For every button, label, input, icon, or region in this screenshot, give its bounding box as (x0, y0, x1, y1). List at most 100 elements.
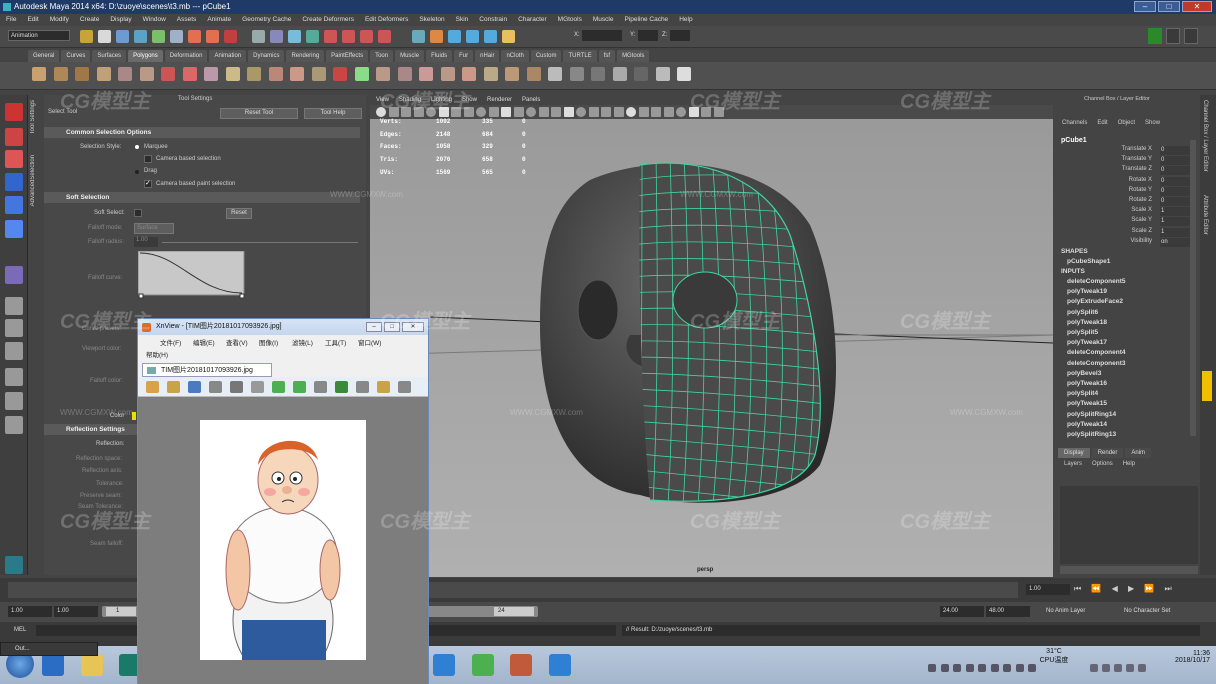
menu-display[interactable]: Display (110, 14, 131, 26)
menu-geometry-cache[interactable]: Geometry Cache (242, 14, 291, 26)
tray-icon[interactable] (1114, 664, 1122, 672)
game-icon[interactable] (510, 654, 532, 676)
tray-icon[interactable] (940, 664, 949, 672)
shelf-tool-icon[interactable] (139, 67, 154, 81)
xnview-menu-item[interactable]: 帮助(H) (146, 349, 168, 359)
input-node[interactable]: polySplit4 (1067, 390, 1098, 397)
shelf-tool-icon[interactable] (311, 67, 326, 81)
input-node[interactable]: polySplitRing13 (1067, 431, 1116, 438)
shelf-tool-icon[interactable] (96, 67, 111, 81)
shelf-tool-icon[interactable] (612, 67, 627, 81)
tray-icon[interactable] (1015, 664, 1024, 672)
channel-box-menu-show[interactable]: Show (1145, 120, 1160, 130)
status-tool-icon[interactable] (206, 30, 219, 43)
maximize-button[interactable]: □ (1158, 1, 1180, 12)
input-node[interactable]: polyExtrudeFace2 (1067, 298, 1123, 305)
common-selection-header[interactable]: Common Selection Options (44, 127, 360, 138)
input-node[interactable]: polyTweak14 (1067, 421, 1107, 428)
tray-icon[interactable] (1102, 664, 1110, 672)
tray-icon[interactable] (928, 664, 936, 672)
menu-skeleton[interactable]: Skeleton (419, 14, 444, 26)
shelf-tool-icon[interactable] (440, 67, 455, 81)
mel-label[interactable]: MEL (14, 627, 26, 633)
character-set-select[interactable]: No Character Set (1124, 608, 1170, 614)
camera-based-selection-checkbox[interactable] (144, 155, 152, 163)
shape-node[interactable]: pCubeShape1 (1067, 258, 1110, 265)
status-tool-icon[interactable] (342, 30, 355, 43)
shelf-tab-turtle[interactable]: TURTLE (563, 50, 597, 62)
shelf-tool-icon[interactable] (505, 67, 519, 81)
viewport-tool-icon[interactable] (663, 107, 674, 117)
layout-persp-outliner-icon[interactable] (5, 368, 23, 386)
manipulator-icon[interactable] (5, 266, 23, 284)
status-tool-icon[interactable] (80, 30, 93, 43)
tray-icon[interactable] (978, 664, 986, 672)
viewport-tool-icon[interactable] (563, 107, 574, 117)
shelf-tab-dynamics[interactable]: Dynamics (248, 50, 285, 62)
xnview-tool-icon[interactable] (167, 381, 180, 393)
menu-create-deformers[interactable]: Create Deformers (302, 14, 354, 26)
xnview-tool-icon[interactable] (377, 381, 390, 393)
current-frame-field[interactable]: 1.00 (1026, 584, 1070, 595)
channel-attr-label[interactable]: Translate Z (1070, 166, 1152, 172)
anim-end-field[interactable]: 48.00 (986, 606, 1030, 617)
shelf-tab-rendering[interactable]: Rendering (286, 50, 325, 62)
status-tool-icon[interactable] (306, 30, 319, 43)
input-node[interactable]: polySplitRing14 (1067, 411, 1116, 418)
channel-attr-label[interactable]: Rotate Z (1070, 197, 1152, 203)
layout-two-icon[interactable] (5, 342, 23, 360)
viewport-tool-icon[interactable] (651, 107, 661, 117)
viewport-tool-icon[interactable] (613, 107, 624, 117)
status-tool-icon[interactable] (378, 30, 391, 43)
shelf-tab-polygons[interactable]: Polygons (128, 50, 163, 62)
move-tool-icon[interactable] (5, 173, 23, 191)
xnview-menu-item[interactable]: 图像(I) (259, 337, 278, 347)
input-node[interactable]: polySplit5 (1067, 329, 1098, 336)
shelf-tool-icon[interactable] (333, 67, 347, 81)
anim-layer-select[interactable]: No Anim Layer (1046, 608, 1085, 614)
xnview-tool-icon[interactable] (230, 381, 243, 393)
viewport-menu-renderer[interactable]: Renderer (487, 95, 512, 105)
status-tool-icon[interactable] (324, 30, 337, 43)
falloff-mode-select[interactable]: Surface (134, 223, 174, 234)
shelf-tab-painteffects[interactable]: PaintEffects (326, 50, 369, 62)
status-tool-icon[interactable] (448, 30, 461, 43)
viewport-tool-icon[interactable] (551, 107, 561, 117)
shelf-tab-deformation[interactable]: Deformation (164, 50, 208, 62)
status-tool-icon[interactable] (502, 30, 515, 43)
shelf-tool-icon[interactable] (247, 67, 261, 81)
xnview-tool-icon[interactable] (314, 381, 327, 393)
input-node[interactable]: deleteComponent3 (1067, 360, 1126, 367)
status-tool-icon[interactable] (412, 30, 425, 43)
channel-attr-label[interactable]: Scale Y (1070, 217, 1152, 223)
status-tool-icon[interactable] (252, 30, 265, 43)
soft-select-checkbox[interactable] (134, 209, 142, 217)
shelf-tool-icon[interactable] (204, 67, 218, 81)
input-node[interactable]: polyTweak19 (1067, 288, 1107, 295)
shelf-tab-curves[interactable]: Curves (61, 50, 91, 62)
shelf-tool-icon[interactable] (462, 67, 476, 81)
status-tool-icon[interactable] (98, 30, 111, 43)
shelf-tool-icon[interactable] (569, 67, 584, 81)
layout-graph-icon[interactable] (5, 392, 23, 410)
minimize-button[interactable]: – (1134, 1, 1156, 12)
layer-tab-anim[interactable]: Anim (1125, 448, 1152, 458)
menu-pipeline-cache[interactable]: Pipeline Cache (624, 14, 668, 26)
soft-reset-button[interactable]: Reset (226, 208, 252, 219)
shelf-tool-icon[interactable] (182, 67, 197, 81)
xnview-document-tab[interactable]: TIM图片20181017093926.jpg (142, 363, 272, 377)
tray-icon[interactable] (965, 664, 974, 672)
shelf-tab-fur[interactable]: Fur (454, 50, 474, 62)
scale-tool-icon[interactable] (5, 220, 23, 238)
channel-box-menu-object[interactable]: Object (1118, 120, 1135, 130)
system-clock[interactable]: 11:36 2018/10/17 (1150, 650, 1210, 664)
channel-box-menu-edit[interactable]: Edit (1097, 120, 1107, 130)
anim-start-field[interactable]: 1.00 (8, 606, 52, 617)
xnview-menu-item[interactable]: 查看(V) (226, 337, 248, 347)
channel-attr-value[interactable]: 1 (1160, 207, 1190, 217)
tab-attribute-editor[interactable]: Attribute Editor (1202, 195, 1208, 235)
object-name[interactable]: pCube1 (1061, 137, 1087, 144)
channel-attr-value[interactable]: 0 (1160, 176, 1190, 186)
paint-select-icon[interactable] (5, 150, 23, 168)
soft-selection-header[interactable]: Soft Selection (44, 192, 360, 203)
